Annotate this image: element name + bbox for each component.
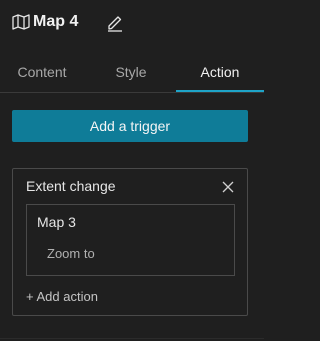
pencil-icon[interactable] (106, 13, 124, 32)
widget-title: Map 4 (33, 13, 79, 30)
tab-action[interactable]: Action (176, 52, 264, 92)
add-trigger-button[interactable]: Add a trigger (12, 110, 248, 142)
map-book-icon (12, 14, 30, 30)
settings-tabs: Content Style Action (0, 52, 264, 93)
target-widget-name: Map 3 (37, 214, 76, 230)
action-item-zoom-to[interactable]: Zoom to (47, 245, 95, 263)
bottom-divider (0, 338, 264, 339)
trigger-title: Extent change (26, 178, 116, 194)
trigger-card: Extent change Map 3 Zoom to + Add action (12, 168, 248, 316)
close-icon[interactable] (222, 180, 234, 193)
tab-style[interactable]: Style (88, 52, 174, 91)
action-target-box: Map 3 Zoom to (26, 204, 235, 276)
panel-header: Map 4 (0, 0, 264, 50)
add-action-link[interactable]: + Add action (26, 288, 98, 306)
tab-content[interactable]: Content (0, 52, 84, 91)
